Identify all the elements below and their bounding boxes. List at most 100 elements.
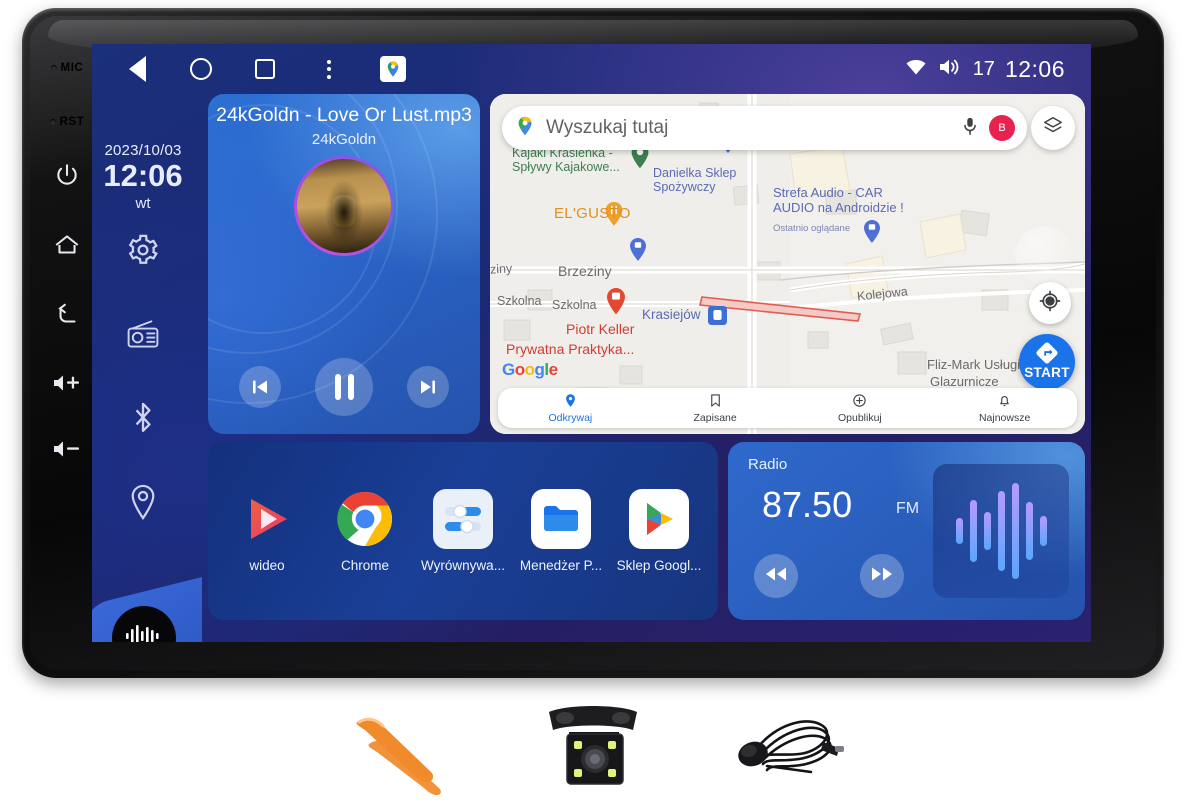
app-label: Menedżer P... <box>519 558 603 573</box>
map-nav-label: Odkrywaj <box>548 411 593 424</box>
map-label: Kajaki Krasieńka - Spływy Kajakowe... <box>512 146 620 174</box>
sound-wave-icon <box>124 621 164 642</box>
power-key[interactable] <box>54 162 80 188</box>
album-cover-image <box>297 159 391 253</box>
avatar[interactable]: B <box>989 115 1015 141</box>
map-label: Fliz-Mark Usługi <box>927 357 1021 372</box>
map-label: Szkolna <box>552 298 597 312</box>
trim-removal-tools-icon <box>339 696 459 801</box>
map-label: Strefa Audio - CAR AUDIO na Androidzie ! <box>773 185 904 215</box>
pause-icon <box>334 374 354 400</box>
map-nav-odkrywaj[interactable]: Odkrywaj <box>498 388 643 428</box>
music-title: 24kGoldn - Love Or Lust.mp3 <box>216 104 472 126</box>
google-maps-card[interactable]: Kajaki Krasieńka - Spływy Kajakowe... Da… <box>490 94 1085 434</box>
volume-down-key[interactable] <box>51 438 83 460</box>
app-label: Chrome <box>340 558 389 573</box>
reset-key[interactable]: RST <box>49 116 85 128</box>
reset-pinhole-icon <box>49 119 56 125</box>
location-pin-icon <box>127 484 159 525</box>
map-label: Szkolna <box>497 294 542 308</box>
music-player-card[interactable]: 24kGoldn - Love Or Lust.mp3 24kGoldn <box>208 94 480 434</box>
map-label: Ostatnio oglądane <box>773 223 851 234</box>
google-logo-letter: e <box>548 360 558 379</box>
left-dock: 2023/10/03 12:06 wt <box>92 94 202 642</box>
previous-track-button[interactable] <box>239 366 281 408</box>
bell-icon <box>997 393 1012 411</box>
overflow-button[interactable] <box>316 56 342 82</box>
app-label: wideo <box>249 558 285 573</box>
audio-bars-icon <box>933 464 1069 598</box>
pause-button[interactable] <box>315 358 373 416</box>
dock-item-bluetooth[interactable] <box>92 394 194 446</box>
recents-button[interactable] <box>252 56 278 82</box>
map-layers-button[interactable] <box>1031 106 1075 150</box>
map-label: EL'GUSTO <box>554 205 631 222</box>
map-nav-opublikuj[interactable]: Opublikuj <box>788 388 933 428</box>
accessory-pry-tools <box>339 696 459 801</box>
app-shortcut-play-store[interactable]: Sklep Googl... <box>613 489 705 573</box>
back-key[interactable] <box>53 302 81 328</box>
my-location-button[interactable] <box>1029 282 1071 324</box>
radio-title: Radio <box>748 456 788 473</box>
square-recents-icon <box>255 59 275 79</box>
layers-icon <box>1042 115 1064 142</box>
app-shortcut-chrome[interactable]: Chrome <box>319 489 411 573</box>
circle-home-icon <box>190 58 212 80</box>
accessory-rear-camera <box>533 696 653 801</box>
dock-item-settings[interactable] <box>92 226 194 278</box>
accessories-row <box>0 686 1186 810</box>
backup-camera-icon <box>533 696 653 801</box>
video-player-icon <box>237 489 297 549</box>
lcd-screen: 17 12:06 2023/10/03 12:06 wt 24kGoldn - … <box>92 44 1091 642</box>
next-track-button[interactable] <box>407 366 449 408</box>
map-search-bar[interactable]: Wyszukaj tutaj B <box>502 106 1027 150</box>
mic-key[interactable]: MIC <box>50 62 84 74</box>
microphone-icon[interactable] <box>961 116 979 141</box>
equalizer-icon <box>433 489 493 549</box>
clock-widget[interactable]: 2023/10/03 12:06 wt <box>92 142 194 212</box>
bookmark-icon <box>708 393 723 411</box>
chrome-icon <box>335 489 395 549</box>
map-nav-label: Opublikuj <box>837 411 882 424</box>
file-manager-icon <box>531 489 591 549</box>
google-maps-shortcut[interactable] <box>380 56 406 82</box>
physical-key-column: MIC RST <box>38 40 96 640</box>
android-nav-buttons <box>92 56 406 82</box>
dock-item-navigation[interactable] <box>92 478 194 530</box>
map-nav-najnowsze[interactable]: Najnowsze <box>932 388 1077 428</box>
music-artist: 24kGoldn <box>311 131 377 148</box>
map-nav-label: Najnowsze <box>978 411 1031 424</box>
mic-key-label: MIC <box>60 62 84 74</box>
navigation-arrow-icon <box>1036 342 1058 367</box>
app-shortcut-file-manager[interactable]: Menedżer P... <box>515 489 607 573</box>
map-label: Krasiejów <box>642 307 701 322</box>
external-microphone-icon <box>727 696 847 801</box>
triangle-back-icon <box>128 56 146 82</box>
map-nav-label: Zapisane <box>693 411 737 424</box>
radio-next-button[interactable] <box>860 554 904 598</box>
radio-prev-button[interactable] <box>754 554 798 598</box>
map-label: Brzeziny <box>558 263 612 279</box>
music-controls <box>208 358 480 416</box>
dock-item-radio[interactable] <box>92 310 194 362</box>
google-play-icon <box>629 489 689 549</box>
google-logo-letter: o <box>524 360 535 379</box>
home-button[interactable] <box>188 56 214 82</box>
radio-band: FM <box>896 500 920 517</box>
accessory-microphone <box>727 696 847 801</box>
reset-key-label: RST <box>59 116 85 128</box>
volume-up-key[interactable] <box>51 372 83 394</box>
map-label: Danielka Sklep Spożywczy <box>653 166 737 194</box>
dock-weekday: wt <box>135 194 151 212</box>
map-search-placeholder[interactable]: Wyszukaj tutaj <box>546 117 951 139</box>
map-nav-zapisane[interactable]: Zapisane <box>643 388 788 428</box>
start-navigation-button[interactable]: START <box>1019 334 1075 390</box>
app-shortcut-wideo[interactable]: wideo <box>221 489 313 573</box>
radio-card[interactable]: Radio 87.50 FM <box>728 442 1085 620</box>
home-key[interactable] <box>53 232 81 258</box>
start-button-label: START <box>1024 365 1070 380</box>
status-clock: 12:06 <box>1004 55 1065 82</box>
app-shortcut-equalizer[interactable]: Wyrównywa... <box>417 489 509 573</box>
wifi-icon <box>904 57 928 82</box>
back-button[interactable] <box>124 56 150 82</box>
